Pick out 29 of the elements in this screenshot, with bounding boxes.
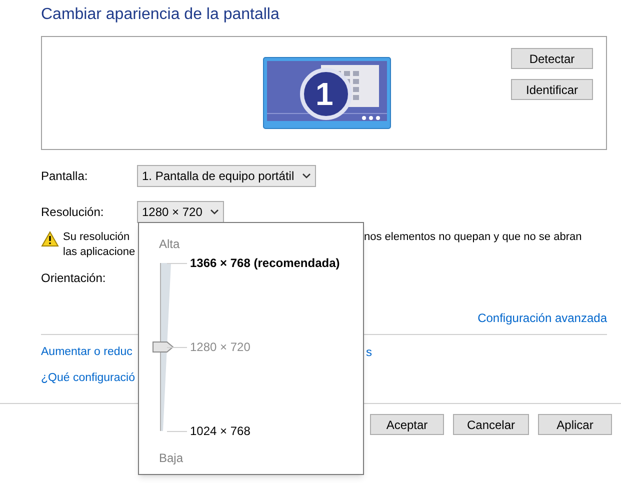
dialog-button[interactable]: Cancelar	[453, 414, 529, 435]
dialog-button[interactable]: Aplicar	[538, 414, 612, 435]
resolution-option[interactable]: 1366 × 768 (recomendada)	[190, 255, 340, 271]
resolution-slider[interactable]	[152, 263, 172, 431]
field-label: Resolución:	[41, 204, 105, 221]
help-link[interactable]: s	[366, 345, 372, 359]
page-title: Cambiar apariencia de la pantalla	[41, 5, 280, 25]
warning-text: las aplicacione	[63, 245, 136, 260]
help-link[interactable]: ¿Qué configuració	[41, 371, 135, 385]
monitor-icon	[262, 57, 390, 129]
chevron-down-icon	[210, 209, 220, 215]
high-label: Alta	[159, 236, 180, 253]
field-label: Pantalla:	[41, 168, 89, 185]
dropdown[interactable]: 1. Pantalla de equipo portátil	[137, 165, 316, 187]
monitor-number: 1	[316, 77, 334, 111]
resolution-option[interactable]: 1024 × 768	[190, 423, 250, 439]
advanced-settings-link[interactable]: Configuración avanzada	[478, 309, 607, 327]
dialog-button[interactable]: Aceptar	[370, 414, 444, 435]
dropdown[interactable]: 1280 × 720	[137, 201, 224, 223]
dialog-button[interactable]: Detectar	[511, 48, 593, 69]
slider-thumb[interactable]	[152, 341, 174, 353]
help-link[interactable]: Aumentar o reduc	[41, 345, 132, 359]
warning-text: Su resolución	[63, 230, 130, 245]
dialog-button[interactable]: Identificar	[511, 79, 593, 100]
warning-icon	[41, 231, 59, 247]
chevron-down-icon	[302, 173, 312, 179]
low-label: Baja	[159, 450, 184, 467]
field-label: Orientación:	[41, 270, 106, 287]
warning-text: nos elementos no quepan y que no se abran	[364, 230, 582, 245]
